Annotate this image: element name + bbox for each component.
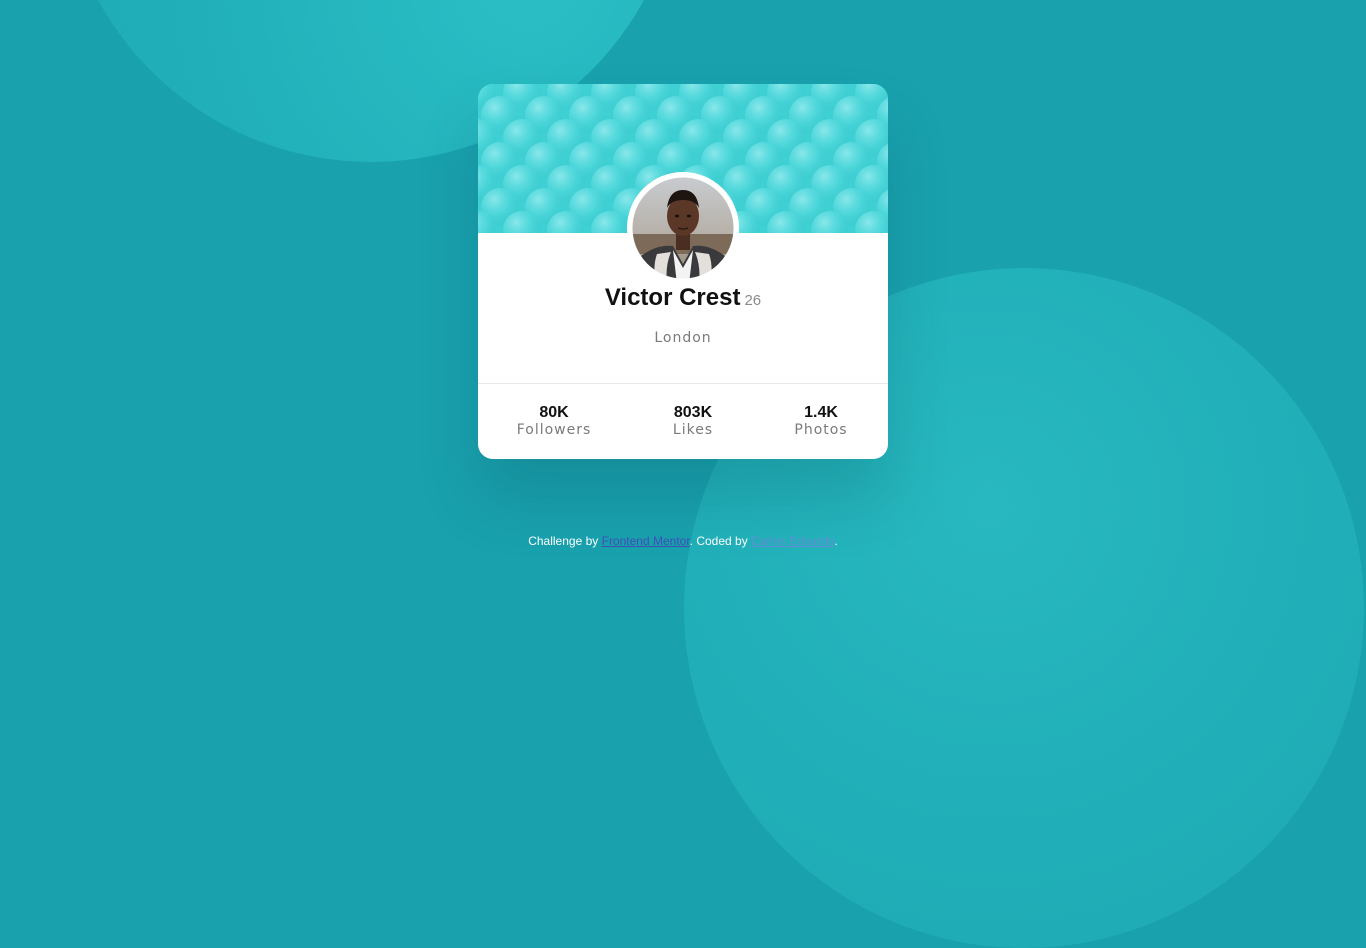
stat-followers-value: 80K [539,404,569,421]
stat-photos-label: Photos [794,422,848,438]
stat-photos-value: 1.4K [804,404,838,421]
profile-photo [627,172,739,284]
profile-name: Victor Crest [604,284,741,311]
attribution-footer: Challenge by Frontend Mentor. Coded by C… [0,534,1366,548]
attribution-suffix: . [834,534,838,548]
card-divider [478,383,888,384]
stat-photos: 1.4K Photos [761,404,881,438]
profile-name-row: Victor Crest 26 [478,284,888,312]
avatar [627,172,739,284]
stat-likes-label: Likes [672,422,714,438]
profile-city: London [654,330,712,346]
stat-followers: 80K Followers [494,404,614,438]
frontend-mentor-link[interactable]: Frontend Mentor [602,534,690,548]
author-link[interactable]: Carlos Eduardo [751,534,834,548]
stat-followers-label: Followers [516,422,592,438]
stat-likes: 803K Likes [633,404,753,438]
stat-likes-value: 803K [673,404,713,421]
profile-age: 26 [744,292,762,309]
profile-card: Victor Crest 26 London 80K Followers 803K… [478,84,888,459]
attribution-prefix: Challenge by [528,534,599,548]
attribution-middle: . Coded by [689,534,748,548]
